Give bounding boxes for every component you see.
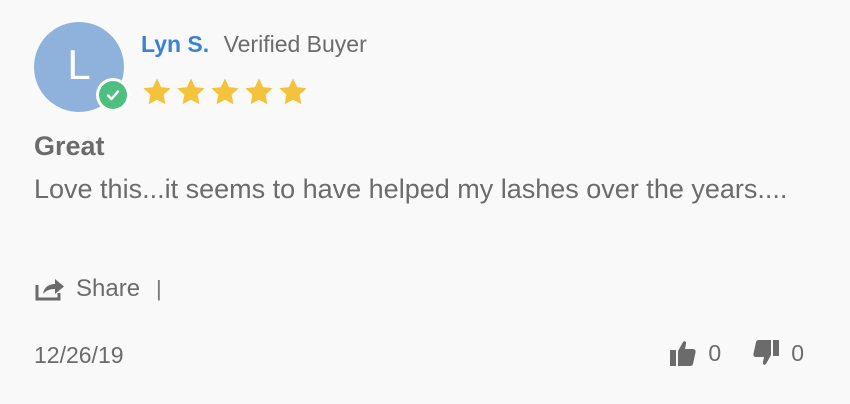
check-icon: [99, 81, 127, 109]
review-body: Love this...it seems to have helped my l…: [34, 174, 788, 204]
verified-buyer-label: Verified Buyer: [223, 31, 367, 57]
star-icon: [279, 78, 307, 105]
star-icon: [211, 78, 239, 105]
star-rating: [141, 76, 309, 108]
thumbs-down-count: 0: [791, 339, 804, 366]
reviewer-info: Lyn S. Verified Buyer: [141, 30, 367, 58]
share-icon[interactable]: [34, 276, 66, 302]
review-date: 12/26/19: [34, 342, 124, 368]
avatar-initial: L: [67, 41, 91, 88]
share-button[interactable]: Share: [76, 275, 140, 303]
vote-controls: 0 0: [668, 338, 804, 368]
thumbs-down-button[interactable]: 0: [751, 338, 804, 368]
thumbs-up-button[interactable]: 0: [668, 338, 721, 368]
divider: |: [156, 276, 162, 301]
star-icon: [177, 78, 205, 105]
verified-badge: [96, 78, 130, 112]
star-icon: [245, 78, 273, 105]
share-row: Share |: [34, 273, 162, 305]
thumbs-up-count: 0: [708, 339, 722, 366]
thumbs-up-icon: [670, 341, 697, 366]
thumbs-down-icon: [753, 340, 780, 365]
reviewer-name[interactable]: Lyn S.: [141, 31, 209, 57]
star-icon: [143, 78, 171, 105]
review-title: Great: [34, 131, 105, 161]
